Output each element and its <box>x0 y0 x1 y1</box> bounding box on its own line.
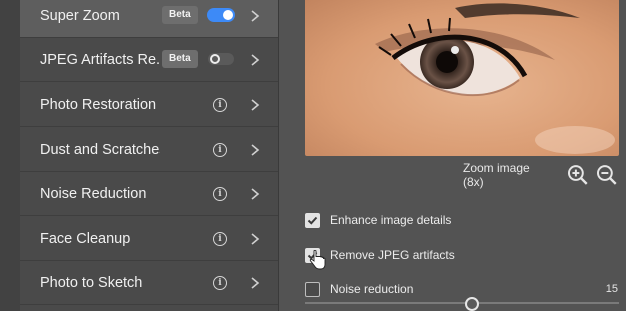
hand-cursor-icon <box>309 250 326 270</box>
enhance-image-details-option[interactable]: Enhance image details <box>305 211 451 229</box>
sidebar-item-noise-reduction[interactable]: Noise Reduction i <box>20 172 278 216</box>
sidebar-gutter <box>0 0 20 311</box>
info-icon[interactable]: i <box>213 276 227 290</box>
zoom-controls: Zoom image (8x) <box>463 161 626 189</box>
zoom-out-icon[interactable] <box>596 164 618 186</box>
noise-reduction-checkbox[interactable] <box>305 281 320 297</box>
noise-reduction-option[interactable]: Noise reduction <box>305 280 413 298</box>
sidebar-item-photo-to-sketch[interactable]: Photo to Sketch i <box>20 261 278 305</box>
beta-badge: Beta <box>162 50 198 68</box>
sidebar-item-label: Super Zoom <box>40 7 120 24</box>
chevron-right-icon[interactable] <box>249 187 261 201</box>
sidebar-item-label: Noise Reduction <box>40 185 147 202</box>
noise-reduction-slider-track[interactable] <box>305 302 619 304</box>
zoom-label: Zoom image (8x) <box>463 161 530 189</box>
info-icon[interactable]: i <box>213 143 227 157</box>
sidebar-item-face-cleanup[interactable]: Face Cleanup i <box>20 217 278 261</box>
chevron-right-icon[interactable] <box>249 98 261 112</box>
sidebar-item-super-zoom[interactable]: Super Zoom Beta <box>20 0 278 38</box>
noise-reduction-label: Noise reduction <box>330 282 414 296</box>
remove-jpeg-artifacts-label: Remove JPEG artifacts <box>330 248 455 262</box>
checkmark-icon <box>307 216 318 225</box>
sidebar-item-dust-and-scratches[interactable]: Dust and Scratches i <box>20 128 278 172</box>
chevron-right-icon[interactable] <box>249 53 261 67</box>
noise-reduction-slider-handle[interactable] <box>465 297 479 311</box>
jpeg-artifacts-toggle[interactable] <box>207 52 235 66</box>
remove-jpeg-artifacts-option[interactable]: Remove JPEG artifacts <box>305 246 455 264</box>
info-icon[interactable]: i <box>213 232 227 246</box>
preview-image[interactable] <box>305 0 619 156</box>
enhance-image-details-checkbox[interactable] <box>305 212 320 228</box>
sidebar-item-label: Photo to Sketch <box>40 274 143 291</box>
chevron-right-icon[interactable] <box>249 276 261 290</box>
sidebar-item-photo-restoration[interactable]: Photo Restoration i <box>20 83 278 127</box>
chevron-right-icon[interactable] <box>249 143 261 157</box>
enhance-image-details-label: Enhance image details <box>330 213 452 227</box>
sidebar-item-label: Dust and Scratches <box>40 141 160 158</box>
beta-badge: Beta <box>162 6 198 24</box>
sidebar-item-jpeg-artifacts[interactable]: JPEG Artifacts Re... Beta <box>20 38 278 82</box>
sidebar-item-label: Face Cleanup <box>40 230 131 247</box>
sidebar-item-label: Photo Restoration <box>40 96 157 113</box>
chevron-right-icon[interactable] <box>249 9 261 23</box>
zoom-in-icon[interactable] <box>567 164 589 186</box>
chevron-right-icon[interactable] <box>249 232 261 246</box>
info-icon[interactable]: i <box>213 98 227 112</box>
filter-sidebar: Super Zoom Beta JPEG Artifacts Re... Bet… <box>0 0 279 311</box>
super-zoom-toggle[interactable] <box>207 8 235 22</box>
info-icon[interactable]: i <box>213 187 227 201</box>
noise-reduction-value: 15 <box>605 283 618 295</box>
sidebar-item-label: JPEG Artifacts Re... <box>40 51 160 68</box>
preview-panel: Zoom image (8x) Enhance image details Re… <box>279 0 626 311</box>
